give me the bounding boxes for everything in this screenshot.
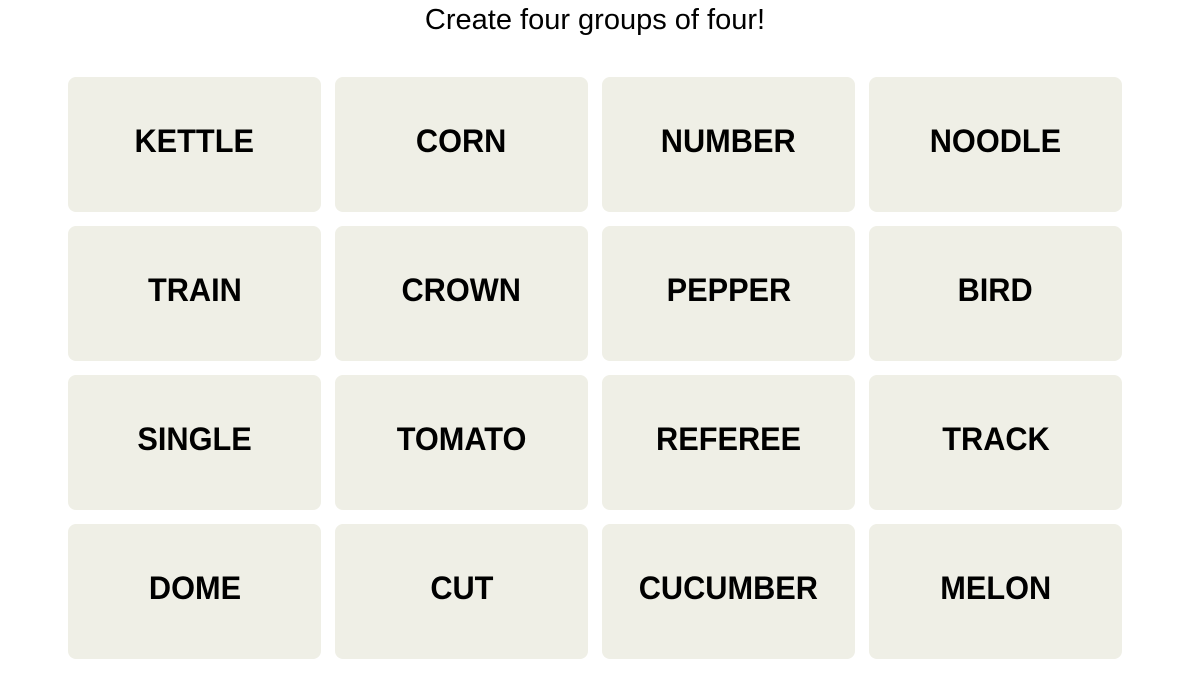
word-tile-label: KETTLE bbox=[134, 123, 255, 159]
word-tile-label: TRACK bbox=[941, 421, 1050, 457]
word-tile[interactable]: CROWN bbox=[335, 226, 588, 361]
word-tile-label: REFEREE bbox=[655, 421, 802, 457]
word-tile[interactable]: BIRD bbox=[869, 226, 1122, 361]
word-tile-label: CROWN bbox=[401, 272, 522, 308]
word-tile[interactable]: REFEREE bbox=[602, 375, 855, 510]
word-tile[interactable]: TRAIN bbox=[68, 226, 321, 361]
word-tile[interactable]: TOMATO bbox=[335, 375, 588, 510]
word-tile-label: TRAIN bbox=[147, 272, 242, 308]
word-tile[interactable]: CUCUMBER bbox=[602, 524, 855, 659]
word-tile-label: SINGLE bbox=[137, 421, 252, 457]
word-tile[interactable]: SINGLE bbox=[68, 375, 321, 510]
word-tile[interactable]: TRACK bbox=[869, 375, 1122, 510]
word-tile[interactable]: DOME bbox=[68, 524, 321, 659]
word-tile[interactable]: KETTLE bbox=[68, 77, 321, 212]
word-grid: KETTLE CORN NUMBER NOODLE TRAIN CROWN PE… bbox=[68, 77, 1122, 659]
word-tile[interactable]: MELON bbox=[869, 524, 1122, 659]
word-tile-label: PEPPER bbox=[666, 272, 791, 308]
word-tile[interactable]: NOODLE bbox=[869, 77, 1122, 212]
word-tile[interactable]: CORN bbox=[335, 77, 588, 212]
word-tile-label: CUCUMBER bbox=[638, 570, 819, 606]
word-tile[interactable]: PEPPER bbox=[602, 226, 855, 361]
word-tile-label: MELON bbox=[940, 570, 1051, 606]
word-tile-label: BIRD bbox=[957, 272, 1034, 308]
word-tile-label: NUMBER bbox=[661, 123, 796, 159]
word-tile[interactable]: NUMBER bbox=[602, 77, 855, 212]
word-tile[interactable]: CUT bbox=[335, 524, 588, 659]
word-tile-label: NOODLE bbox=[929, 123, 1062, 159]
word-tile-label: TOMATO bbox=[396, 421, 527, 457]
word-tile-label: CUT bbox=[429, 570, 494, 606]
word-tile-label: CORN bbox=[416, 123, 507, 159]
game-prompt: Create four groups of four! bbox=[424, 4, 766, 36]
word-tile-label: DOME bbox=[148, 570, 241, 606]
